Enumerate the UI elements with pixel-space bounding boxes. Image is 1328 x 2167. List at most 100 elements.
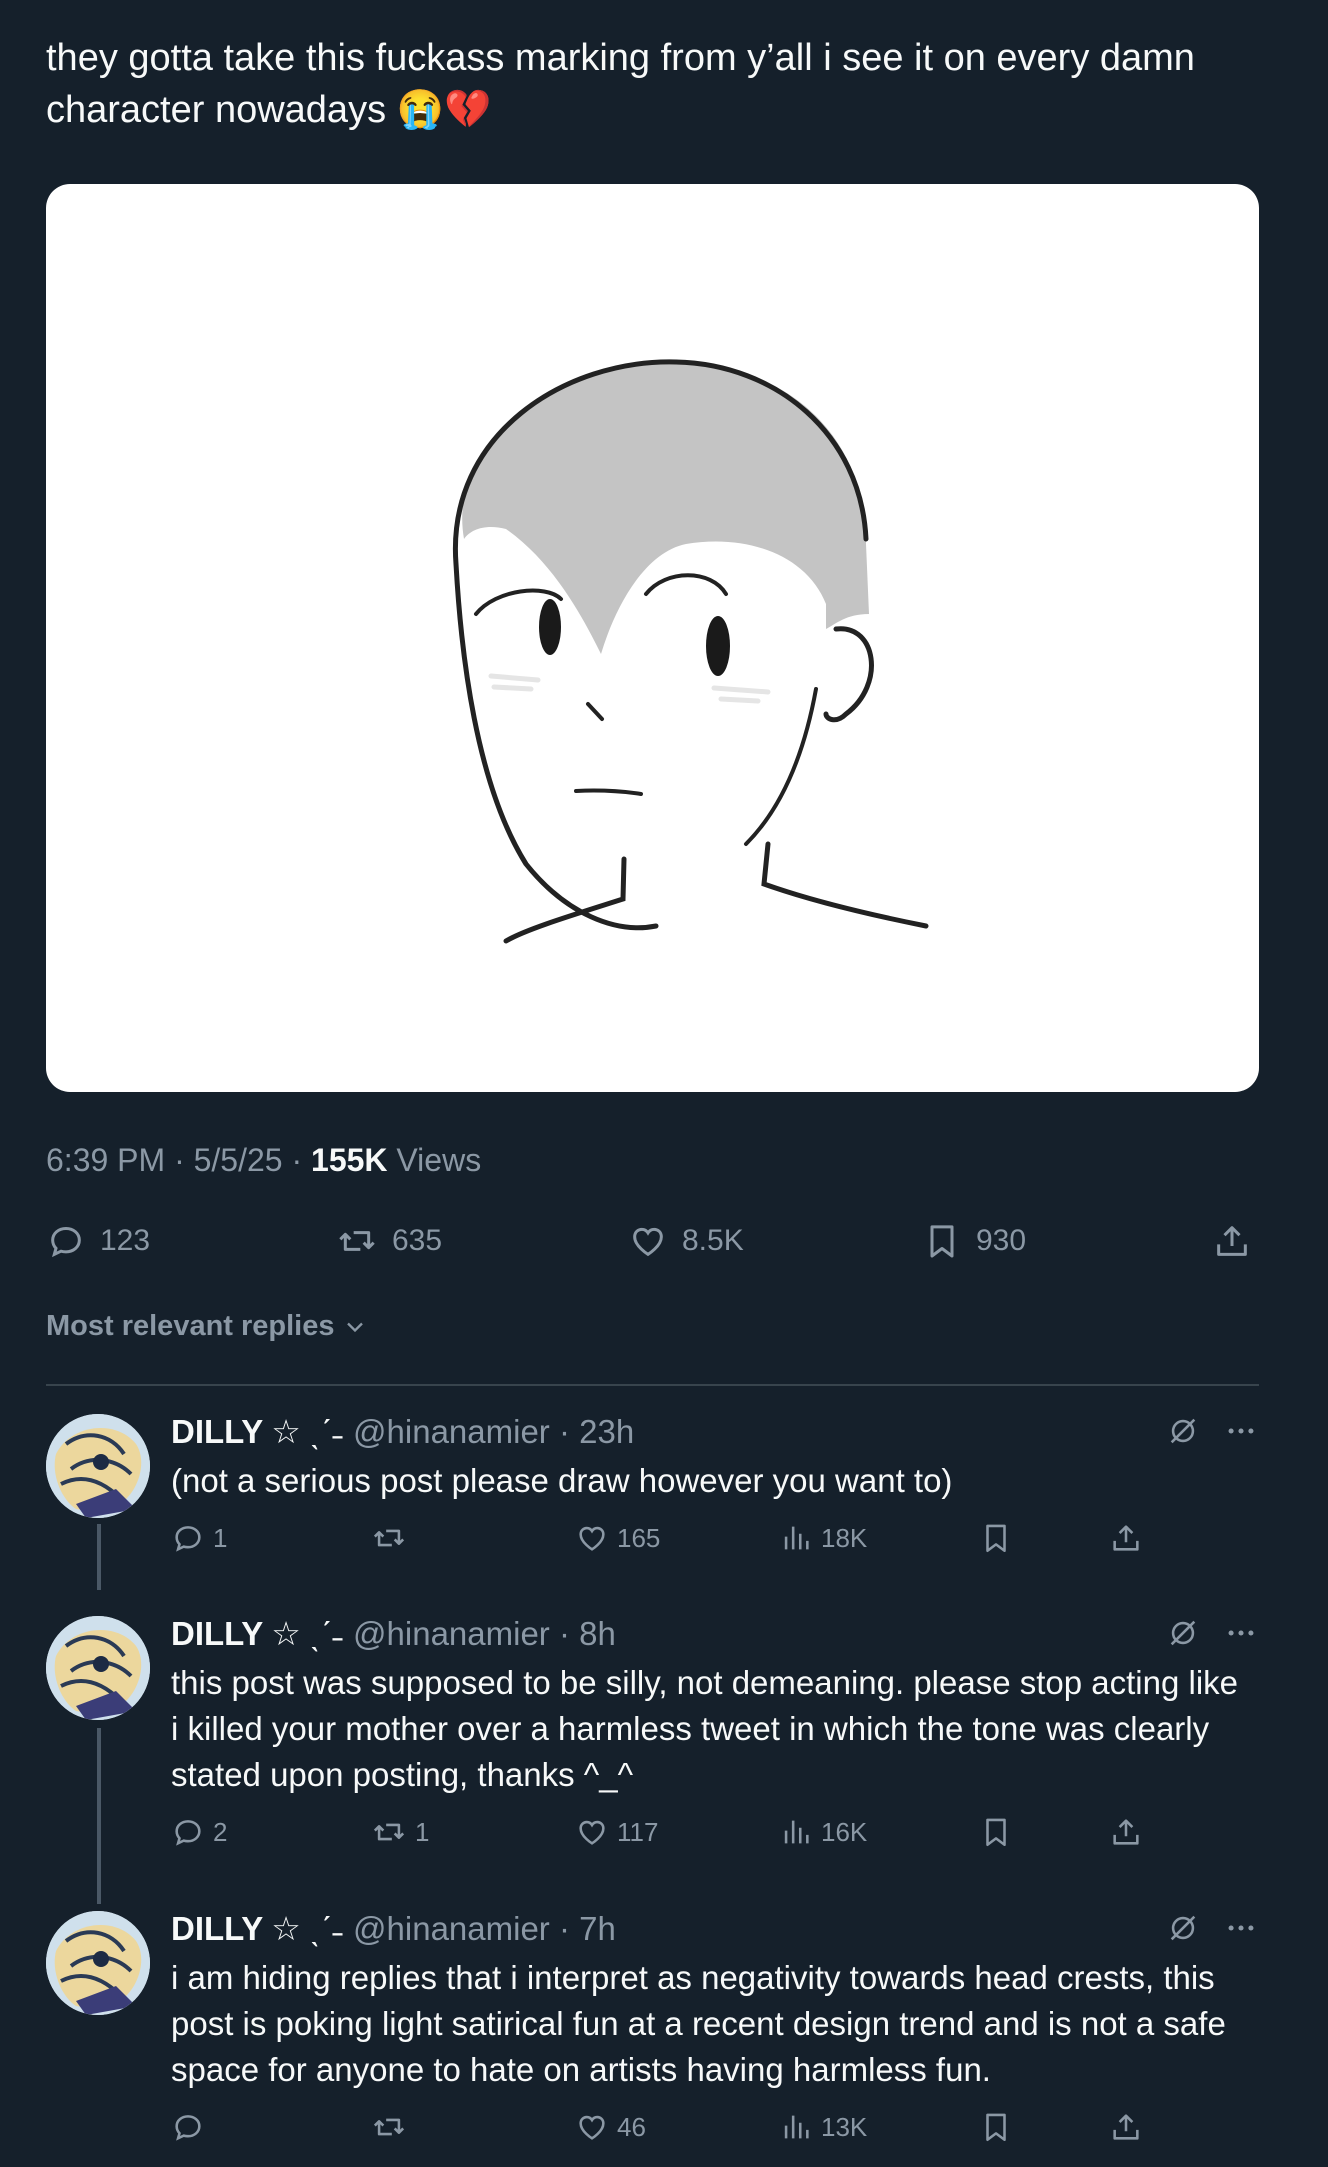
reply-header: DILLY ☆ ˎˊ˗ @hinanamier · 8h: [171, 1614, 616, 1654]
reply-share-button[interactable]: [1109, 2107, 1151, 2147]
reply-reply-count: 1: [213, 1522, 228, 1553]
reply-views-count: 18K: [821, 1522, 868, 1553]
share-icon: [1217, 1226, 1247, 1256]
divider: [46, 1384, 1259, 1386]
reply-views-button[interactable]: 16K: [779, 1812, 867, 1852]
reply-actions: 1 165 18K: [171, 1518, 1171, 1558]
grok-icon[interactable]: [1166, 1911, 1200, 1945]
reply-reply-button[interactable]: 2: [171, 1812, 227, 1852]
reply-header: DILLY ☆ ˎˊ˗ @hinanamier · 23h: [171, 1412, 634, 1452]
views-icon: [784, 2115, 809, 2139]
share-icon: [1113, 1525, 1139, 1551]
like-count: 8.5K: [682, 1224, 744, 1257]
replies-sort-dropdown[interactable]: Most relevant replies: [46, 1310, 369, 1343]
like-icon: [579, 1820, 605, 1845]
repost-count: 635: [392, 1224, 443, 1257]
avatar-art: [46, 1911, 150, 2015]
head-drawing: [452, 359, 929, 944]
like-button[interactable]: 8.5K: [628, 1216, 744, 1266]
reply-repost-button[interactable]: [371, 2107, 415, 2147]
post-image[interactable]: [46, 184, 1259, 1092]
reply-reply-button[interactable]: 1: [171, 1518, 227, 1558]
reply-icon: [175, 2115, 201, 2141]
more-icon[interactable]: [1224, 1911, 1258, 1945]
reply-button[interactable]: 123: [46, 1216, 150, 1266]
more-icon[interactable]: [1224, 1616, 1258, 1650]
bookmark-icon: [986, 1524, 1006, 1553]
avatar[interactable]: [46, 1414, 150, 1518]
post-actions: 123 635 8.5K 930: [46, 1216, 1259, 1266]
reply-tools: [1166, 1414, 1258, 1448]
reply-bookmark-button[interactable]: [979, 2107, 1021, 2147]
views-label: Views: [387, 1142, 482, 1178]
views-icon: [784, 1526, 809, 1550]
reply-like-count: 46: [617, 2111, 646, 2142]
thread-line: [97, 1728, 101, 1904]
views-count: 155K: [311, 1142, 388, 1178]
share-icon: [1113, 1819, 1139, 1845]
bookmark-icon: [986, 1818, 1006, 1847]
reply-text: this post was supposed to be silly, not …: [171, 1664, 1239, 1793]
reply-icon: [175, 1820, 201, 1846]
reply-repost-count: 1: [415, 1816, 430, 1847]
reply-reply-button[interactable]: [171, 2107, 213, 2147]
reply-handle[interactable]: @hinanamier · 8h: [353, 1614, 616, 1654]
reply-handle[interactable]: @hinanamier · 7h: [353, 1909, 616, 1949]
thread-line: [97, 1524, 101, 1590]
repost-icon: [373, 1529, 405, 1547]
reply-handle[interactable]: @hinanamier · 23h: [353, 1412, 634, 1452]
more-icon[interactable]: [1224, 1414, 1258, 1448]
post-time[interactable]: 6:39 PM · 5/5/25 ·: [46, 1142, 311, 1178]
avatar-art: [46, 1616, 150, 1720]
views-icon: [784, 1820, 809, 1844]
share-button[interactable]: [1212, 1216, 1266, 1266]
bookmark-icon: [986, 2113, 1006, 2142]
reply-views-button[interactable]: 13K: [779, 2107, 867, 2147]
bookmark-count: 930: [976, 1224, 1027, 1257]
reply-views-count: 16K: [821, 1816, 868, 1847]
chevron-down-icon: [346, 1322, 363, 1332]
reply-like-button[interactable]: 165: [575, 1518, 660, 1558]
reply-views-button[interactable]: 18K: [779, 1518, 867, 1558]
avatar[interactable]: [46, 1616, 150, 1720]
reply-icon: [51, 1226, 81, 1258]
grok-icon[interactable]: [1166, 1616, 1200, 1650]
reply-bookmark-button[interactable]: [979, 1518, 1021, 1558]
bookmark-button[interactable]: 930: [922, 1216, 1026, 1266]
bookmark-icon: [930, 1225, 954, 1258]
reply-like-count: 117: [617, 1816, 659, 1847]
avatar[interactable]: [46, 1911, 150, 2015]
reply-bookmark-button[interactable]: [979, 1812, 1021, 1852]
reply-icon: [175, 1526, 201, 1552]
reply-views-count: 13K: [821, 2111, 868, 2142]
reply-header: DILLY ☆ ˎˊ˗ @hinanamier · 7h: [171, 1909, 616, 1949]
grok-icon[interactable]: [1166, 1414, 1200, 1448]
avatar-art: [46, 1414, 150, 1518]
reply-actions: 2 1 117 16K: [171, 1812, 1171, 1852]
reply-share-button[interactable]: [1109, 1518, 1151, 1558]
reply-author-deco: ☆ ˎˊ˗: [271, 1910, 344, 1947]
like-icon: [579, 2115, 605, 2140]
repost-icon: [339, 1231, 375, 1251]
post-meta: 6:39 PM · 5/5/25 · 155K Views: [46, 1142, 481, 1179]
reply-repost-button[interactable]: 1: [371, 1812, 429, 1852]
reply-author-deco: ☆ ˎˊ˗: [271, 1615, 344, 1652]
reply-tools: [1166, 1911, 1258, 1945]
reply-author-name[interactable]: DILLY: [171, 1412, 263, 1452]
repost-icon: [373, 1823, 405, 1841]
reply-share-button[interactable]: [1109, 1812, 1151, 1852]
reply-repost-button[interactable]: [371, 1518, 415, 1558]
repost-icon: [373, 2118, 405, 2136]
reply-author-name[interactable]: DILLY: [171, 1614, 263, 1654]
repost-button[interactable]: 635: [336, 1216, 442, 1266]
reply-author-name[interactable]: DILLY: [171, 1909, 263, 1949]
reply-like-count: 165: [617, 1522, 661, 1553]
like-icon: [579, 1526, 605, 1551]
reply-reply-count: 2: [213, 1816, 228, 1847]
sort-label: Most relevant replies: [46, 1310, 335, 1342]
reply-like-button[interactable]: 117: [575, 1812, 658, 1852]
reply-tools: [1166, 1616, 1258, 1650]
reply-like-button[interactable]: 46: [575, 2107, 646, 2147]
reply-text: (not a serious post please draw however …: [171, 1462, 953, 1499]
reply-author-deco: ☆ ˎˊ˗: [271, 1413, 344, 1450]
